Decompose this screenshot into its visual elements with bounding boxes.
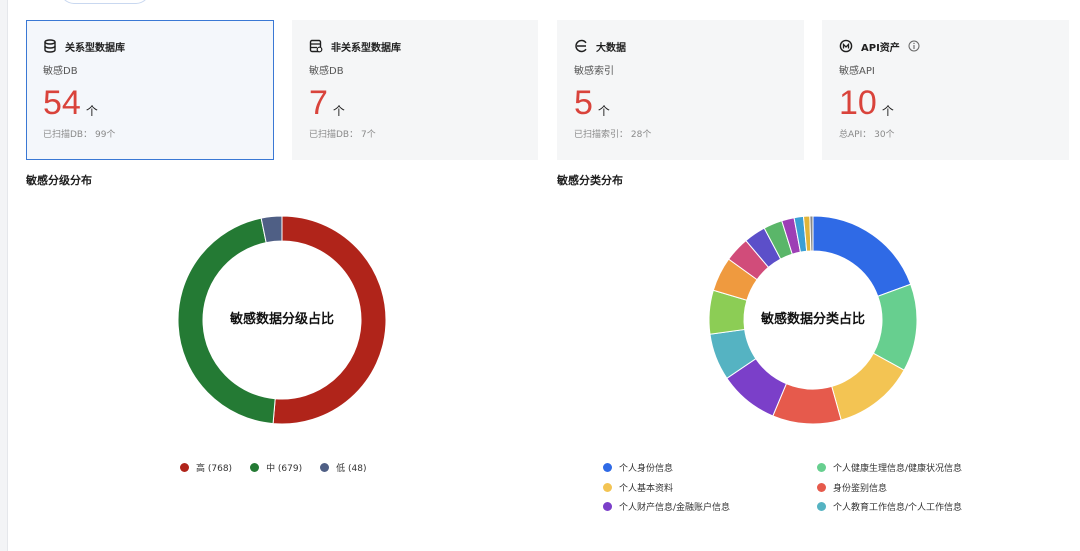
api-icon xyxy=(839,39,853,53)
card-subtitle: 敏感索引 xyxy=(574,66,614,77)
legend-label: 中 (679) xyxy=(266,464,303,474)
legend-dot xyxy=(180,463,189,472)
card-relational-db[interactable]: 关系型数据库 敏感DB 54 个 已扫描DB： 99个 xyxy=(26,20,274,160)
card-value: 54 xyxy=(43,84,81,122)
legend-dot xyxy=(603,502,612,511)
card-value: 10 xyxy=(839,84,877,122)
card-subtitle: 敏感API xyxy=(839,66,875,77)
nosql-database-icon xyxy=(309,39,323,53)
card-bigdata[interactable]: 大数据 敏感索引 5 个 已扫描索引： 28个 xyxy=(557,20,804,160)
legend-item[interactable]: 个人财产信息/金融账户信息 xyxy=(603,500,730,513)
card-unit: 个 xyxy=(332,104,345,118)
legend-item[interactable]: 高 (768) xyxy=(180,461,232,474)
card-title: 关系型数据库 xyxy=(65,42,125,54)
decorative-arc xyxy=(60,0,150,4)
card-unit: 个 xyxy=(85,104,98,118)
card-value: 7 xyxy=(309,84,328,122)
legend-item[interactable]: 个人健康生理信息/健康状况信息 xyxy=(817,461,962,474)
category-donut-center-label: 敏感数据分类占比 xyxy=(760,312,865,327)
legend-dot xyxy=(817,502,826,511)
legend-label: 个人财产信息/金融账户信息 xyxy=(619,503,731,513)
database-icon xyxy=(44,39,56,53)
legend-label: 个人教育工作信息/个人工作信息 xyxy=(833,503,963,513)
card-subtitle: 敏感DB xyxy=(309,66,344,77)
card-title: API资产 xyxy=(861,42,900,54)
legend-item[interactable]: 身份鉴别信息 xyxy=(817,481,887,494)
legend-label: 个人基本资料 xyxy=(619,484,674,494)
card-footer: 总API： 30个 xyxy=(839,130,895,140)
level-legend: 高 (768) 中 (679) 低 (48) xyxy=(180,461,366,474)
card-nosql-db[interactable]: 非关系型数据库 敏感DB 7 个 已扫描DB： 7个 xyxy=(292,20,538,160)
legend-dot xyxy=(817,483,826,492)
bigdata-icon xyxy=(575,39,587,53)
legend-label: 个人健康生理信息/健康状况信息 xyxy=(833,464,963,474)
legend-label: 低 (48) xyxy=(336,464,367,474)
card-footer: 已扫描索引： 28个 xyxy=(574,130,652,140)
left-rail xyxy=(0,0,8,551)
legend-dot xyxy=(320,463,330,472)
legend-dot xyxy=(603,463,612,472)
legend-label: 高 (768) xyxy=(196,464,233,474)
category-section-title: 敏感分类分布 xyxy=(557,174,623,187)
legend-dot xyxy=(250,463,260,472)
legend-label: 个人身份信息 xyxy=(619,464,674,474)
legend-item[interactable]: 个人教育工作信息/个人工作信息 xyxy=(817,500,962,513)
level-donut-center-label: 敏感数据分级占比 xyxy=(229,312,334,327)
card-footer: 已扫描DB： 7个 xyxy=(309,130,376,140)
card-unit: 个 xyxy=(881,104,894,118)
info-icon[interactable] xyxy=(908,40,920,52)
legend-item[interactable]: 低 (48) xyxy=(320,461,366,474)
card-title: 大数据 xyxy=(596,42,626,54)
donut-slice[interactable] xyxy=(812,215,912,297)
legend-dot xyxy=(817,463,826,472)
card-value: 5 xyxy=(574,84,593,122)
legend-label: 身份鉴别信息 xyxy=(833,484,888,494)
legend-item[interactable]: 个人基本资料 xyxy=(603,481,673,494)
card-subtitle: 敏感DB xyxy=(43,66,78,77)
card-title: 非关系型数据库 xyxy=(331,42,401,54)
level-section-title: 敏感分级分布 xyxy=(26,174,92,187)
legend-dot xyxy=(603,483,612,492)
card-unit: 个 xyxy=(597,104,610,118)
card-footer: 已扫描DB： 99个 xyxy=(43,130,116,140)
legend-item[interactable]: 个人身份信息 xyxy=(603,461,673,474)
card-api-assets[interactable]: API资产 敏感API 10 个 总API： 30个 xyxy=(822,20,1069,160)
donut-slice[interactable] xyxy=(809,215,814,252)
legend-item[interactable]: 中 (679) xyxy=(250,461,302,474)
